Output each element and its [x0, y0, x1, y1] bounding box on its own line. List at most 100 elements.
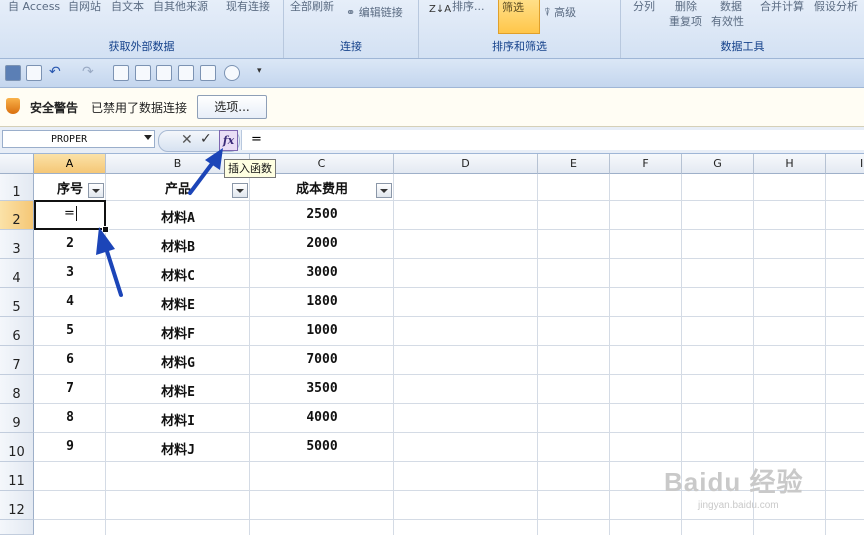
settings-icon[interactable]	[224, 65, 240, 81]
cell-c10[interactable]: 5000	[250, 439, 394, 454]
cell-c7[interactable]: 7000	[250, 352, 394, 367]
cell-a7[interactable]: 6	[34, 352, 106, 367]
from-web-button[interactable]: 自网站	[68, 0, 101, 14]
column-header-f[interactable]: F	[610, 154, 682, 174]
enter-check-icon[interactable]: ✓	[200, 131, 212, 147]
column-header-i[interactable]: I	[826, 154, 864, 174]
gridline	[825, 174, 826, 535]
row-header-3[interactable]: 3	[0, 230, 34, 259]
cell-b10[interactable]: 材料J	[106, 439, 250, 458]
cell-a4[interactable]: 3	[34, 265, 106, 280]
group-title: 连接	[340, 40, 362, 53]
chevron-down-icon[interactable]	[144, 135, 152, 140]
filter-dropdown-b[interactable]	[232, 183, 248, 198]
row-header-1[interactable]: 1	[0, 174, 34, 201]
cell-c5[interactable]: 1800	[250, 294, 394, 309]
filter-button[interactable]: 筛选	[498, 0, 540, 34]
existing-connections-button[interactable]: 现有连接	[226, 0, 270, 14]
row-header-4[interactable]: 4	[0, 259, 34, 288]
print-icon[interactable]	[113, 65, 129, 81]
gridline	[34, 345, 864, 346]
insert-function-tooltip: 插入函数	[224, 159, 276, 178]
cell-a8[interactable]: 7	[34, 381, 106, 396]
group-get-external-data: 自 Access 自网站 自文本 自其他来源 现有连接 获取外部数据	[0, 0, 284, 58]
cell-c9[interactable]: 4000	[250, 410, 394, 425]
row-header-9[interactable]: 9	[0, 404, 34, 433]
column-header-g[interactable]: G	[682, 154, 754, 174]
cell-c2[interactable]: 2500	[250, 207, 394, 222]
undo-icon[interactable]: ↶	[49, 65, 63, 79]
row-header-6[interactable]: 6	[0, 317, 34, 346]
cell-a3[interactable]: 2	[34, 236, 106, 251]
edit-links-label: 编辑链接	[358, 6, 403, 19]
column-header-a[interactable]: A	[34, 154, 106, 174]
column-header-h[interactable]: H	[754, 154, 826, 174]
cell-b7[interactable]: 材料G	[106, 352, 250, 371]
column-header-d[interactable]: D	[394, 154, 538, 174]
advanced-filter-button[interactable]: ⍒ 高级	[544, 4, 576, 20]
options-button[interactable]: 选项...	[197, 95, 267, 119]
cell-b6[interactable]: 材料F	[106, 323, 250, 342]
filter-dropdown-a[interactable]	[88, 183, 104, 198]
group-data-tools: 分列 删除 重复项 数据 有效性 合并计算 假设分析 数据工具	[621, 0, 864, 58]
text-to-columns-button[interactable]: 分列	[633, 0, 655, 14]
cell-b9[interactable]: 材料I	[106, 410, 250, 429]
formula-bar: PROPER ✕ ✓ fx =	[0, 127, 864, 154]
fill-handle[interactable]	[102, 226, 109, 233]
row-header-11[interactable]: 11	[0, 462, 34, 491]
refresh-all-button[interactable]: 全部刷新	[290, 0, 334, 14]
cell-b3[interactable]: 材料B	[106, 236, 250, 255]
save-icon[interactable]	[5, 65, 21, 81]
edit-links-button[interactable]: ⚭ 编辑链接	[346, 4, 403, 20]
row-header-5[interactable]: 5	[0, 288, 34, 317]
data-validation-button[interactable]: 数据	[720, 0, 742, 14]
header-product[interactable]: 产品	[106, 178, 250, 197]
cancel-icon[interactable]: ✕	[181, 132, 193, 148]
cell-b2[interactable]: 材料A	[106, 207, 250, 226]
customize-qat-icon[interactable]: ▾	[257, 66, 262, 76]
select-all-corner[interactable]	[0, 154, 34, 174]
print-preview-icon[interactable]	[178, 65, 194, 81]
new-document-icon[interactable]	[26, 65, 42, 81]
spelling-icon[interactable]	[156, 65, 172, 81]
borders-icon[interactable]	[200, 65, 216, 81]
row-header-13[interactable]	[0, 520, 34, 535]
from-other-sources-button[interactable]: 自其他来源	[153, 0, 208, 14]
ribbon-data-tab: 自 Access 自网站 自文本 自其他来源 现有连接 获取外部数据 全部刷新 …	[0, 0, 864, 59]
cell-c4[interactable]: 3000	[250, 265, 394, 280]
row-header-12[interactable]: 12	[0, 491, 34, 520]
row-header-2[interactable]: 2	[0, 201, 34, 230]
cell-a9[interactable]: 8	[34, 410, 106, 425]
what-if-button[interactable]: 假设分析	[814, 0, 858, 14]
filter-dropdown-c[interactable]	[376, 183, 392, 198]
gridline	[34, 432, 864, 433]
row-header-7[interactable]: 7	[0, 346, 34, 375]
remove-duplicates-button[interactable]: 删除	[675, 0, 697, 14]
cell-a5[interactable]: 4	[34, 294, 106, 309]
formula-input[interactable]: =	[241, 130, 864, 150]
consolidate-button[interactable]: 合并计算	[760, 0, 804, 14]
cell-b5[interactable]: 材料E	[106, 294, 250, 313]
table-icon[interactable]	[135, 65, 151, 81]
gridline	[34, 258, 864, 259]
cell-b8[interactable]: 材料E	[106, 381, 250, 400]
gridline	[34, 519, 864, 520]
cell-c3[interactable]: 2000	[250, 236, 394, 251]
cell-a6[interactable]: 5	[34, 323, 106, 338]
name-box[interactable]: PROPER	[2, 130, 155, 148]
cell-c8[interactable]: 3500	[250, 381, 394, 396]
row-header-8[interactable]: 8	[0, 375, 34, 404]
from-text-button[interactable]: 自文本	[111, 0, 144, 14]
cell-b4[interactable]: 材料C	[106, 265, 250, 284]
cell-a10[interactable]: 9	[34, 439, 106, 454]
row-header-10[interactable]: 10	[0, 433, 34, 462]
cell-c6[interactable]: 1000	[250, 323, 394, 338]
column-header-e[interactable]: E	[538, 154, 610, 174]
redo-icon[interactable]: ↷	[82, 65, 96, 79]
sort-button[interactable]: 排序...	[452, 0, 485, 14]
sort-az-icon[interactable]: Z↓A	[429, 4, 451, 15]
link-icon: ⚭	[346, 6, 356, 19]
insert-function-button[interactable]: fx	[219, 130, 238, 151]
header-cost[interactable]: 成本费用	[250, 178, 394, 197]
from-access-button[interactable]: 自 Access	[8, 0, 60, 14]
